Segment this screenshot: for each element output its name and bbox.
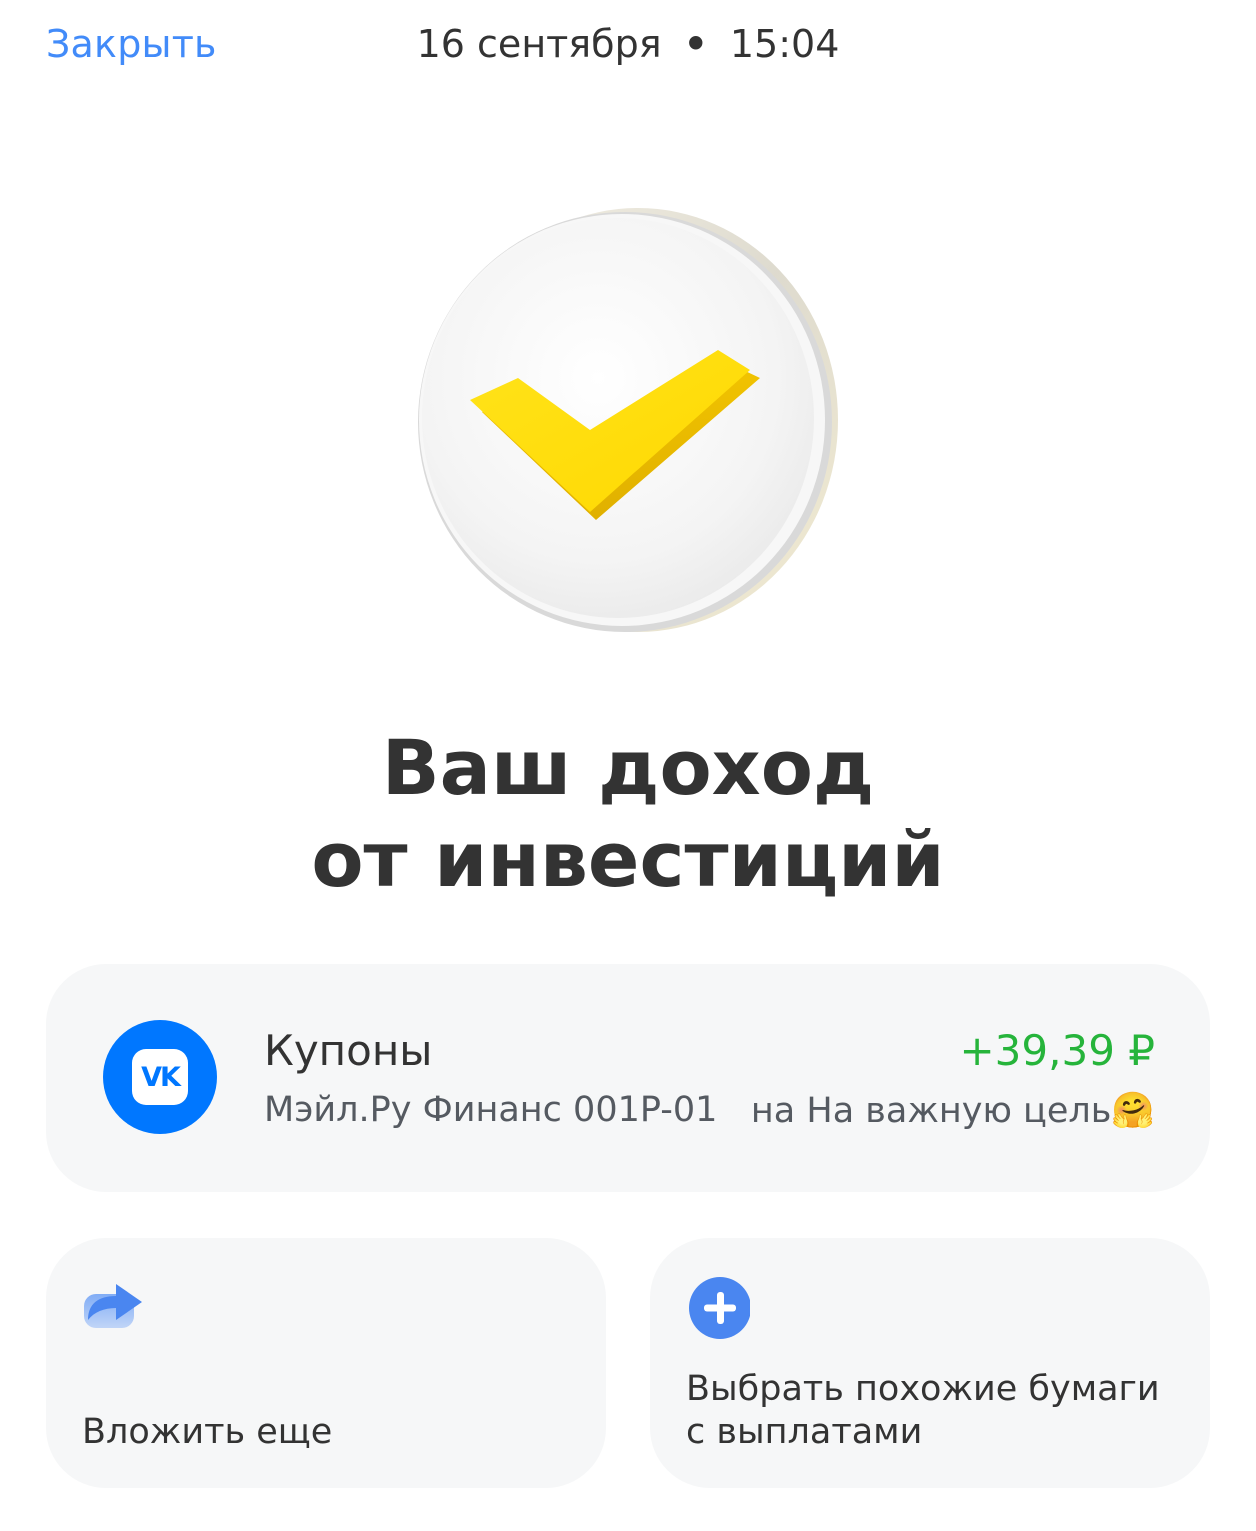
operation-date: 16 сентября	[416, 22, 662, 66]
invest-more-label: Вложить еще	[82, 1412, 333, 1452]
plus-circle-icon	[686, 1276, 751, 1344]
vk-logo-icon: VK	[103, 1020, 217, 1134]
operation-amount: +39,39 ₽	[959, 1026, 1155, 1075]
page-title: Ваш доход от инвестиций	[0, 722, 1256, 906]
operation-destination: на На важную цель🤗	[750, 1091, 1155, 1131]
checkmark-badge-icon	[400, 200, 860, 650]
operation-type: Купоны	[264, 1026, 433, 1075]
choose-similar-bonds-label: Выбрать похожие бумаги с выплатами	[686, 1369, 1160, 1452]
title-line-1: Ваш доход	[381, 723, 875, 812]
datetime-separator: •	[683, 22, 708, 66]
operation-time: 15:04	[729, 22, 840, 66]
share-arrow-icon	[82, 1276, 146, 1336]
security-name: Мэйл.Ру Финанс 001P-01	[264, 1090, 718, 1130]
title-line-2: от инвестиций	[311, 815, 945, 904]
operation-card[interactable]: VK Купоны Мэйл.Ру Финанс 001P-01 +39,39 …	[46, 964, 1210, 1192]
vk-logo-square: VK	[132, 1049, 188, 1105]
top-bar: Закрыть 16 сентября • 15:04	[0, 0, 1256, 96]
vk-logo-text: VK	[141, 1061, 181, 1093]
choose-similar-bonds-button[interactable]: Выбрать похожие бумаги с выплатами	[650, 1238, 1210, 1488]
invest-more-button[interactable]: Вложить еще	[46, 1238, 606, 1488]
operation-datetime: 16 сентября • 15:04	[0, 22, 1256, 66]
